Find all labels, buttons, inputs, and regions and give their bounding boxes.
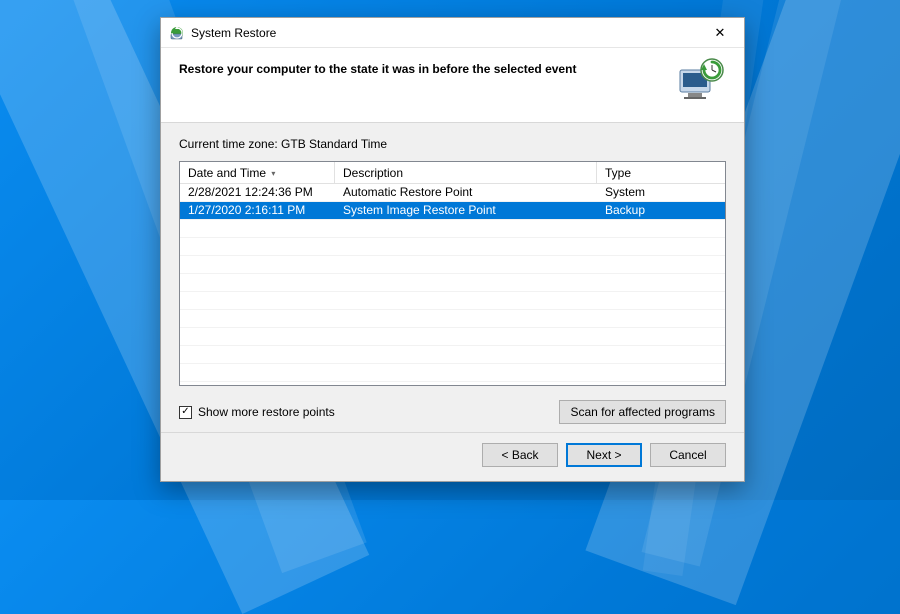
dialog-title: System Restore	[191, 26, 276, 40]
table-row-empty	[180, 346, 725, 364]
sort-descending-icon: ▾	[271, 169, 275, 178]
scan-affected-button[interactable]: Scan for affected programs	[559, 400, 726, 424]
column-header-type[interactable]: Type	[597, 162, 725, 183]
table-body: 2/28/2021 12:24:36 PMAutomatic Restore P…	[180, 184, 725, 385]
restore-points-table: Date and Time ▾ Description Type 2/28/20…	[179, 161, 726, 386]
show-more-checkbox[interactable]: ✓ Show more restore points	[179, 405, 335, 419]
table-header-row: Date and Time ▾ Description Type	[180, 162, 725, 184]
column-header-date[interactable]: Date and Time ▾	[180, 162, 335, 183]
table-cell: System	[597, 184, 725, 201]
column-label: Description	[343, 166, 403, 180]
titlebar[interactable]: System Restore ✕	[161, 18, 744, 48]
back-button[interactable]: < Back	[482, 443, 558, 467]
table-cell: 2/28/2021 12:24:36 PM	[180, 184, 335, 201]
page-heading: Restore your computer to the state it wa…	[179, 58, 576, 76]
table-row-empty	[180, 364, 725, 382]
table-row-empty	[180, 256, 725, 274]
column-label: Date and Time	[188, 166, 266, 180]
next-button[interactable]: Next >	[566, 443, 642, 467]
wizard-body: Current time zone: GTB Standard Time Dat…	[161, 123, 744, 432]
table-row-empty	[180, 292, 725, 310]
table-row[interactable]: 2/28/2021 12:24:36 PMAutomatic Restore P…	[180, 184, 725, 202]
table-row-empty	[180, 310, 725, 328]
table-row[interactable]: 1/27/2020 2:16:11 PMSystem Image Restore…	[180, 202, 725, 220]
wizard-header: Restore your computer to the state it wa…	[161, 48, 744, 123]
column-label: Type	[605, 166, 631, 180]
restore-art-icon	[674, 58, 726, 104]
system-restore-icon	[169, 25, 185, 41]
column-header-description[interactable]: Description	[335, 162, 597, 183]
table-row-empty	[180, 220, 725, 238]
table-row-empty	[180, 238, 725, 256]
table-cell: Backup	[597, 202, 725, 219]
close-button[interactable]: ✕	[698, 19, 742, 47]
table-cell: Automatic Restore Point	[335, 184, 597, 201]
cancel-button[interactable]: Cancel	[650, 443, 726, 467]
table-cell: System Image Restore Point	[335, 202, 597, 219]
table-row-empty	[180, 328, 725, 346]
wizard-footer: < Back Next > Cancel	[161, 432, 744, 481]
table-row-empty	[180, 274, 725, 292]
close-icon: ✕	[715, 26, 726, 39]
checkbox-label: Show more restore points	[198, 405, 335, 419]
system-restore-dialog: System Restore ✕ Restore your computer t…	[160, 17, 745, 482]
checkbox-box: ✓	[179, 406, 192, 419]
table-cell: 1/27/2020 2:16:11 PM	[180, 202, 335, 219]
timezone-label: Current time zone: GTB Standard Time	[179, 137, 726, 151]
